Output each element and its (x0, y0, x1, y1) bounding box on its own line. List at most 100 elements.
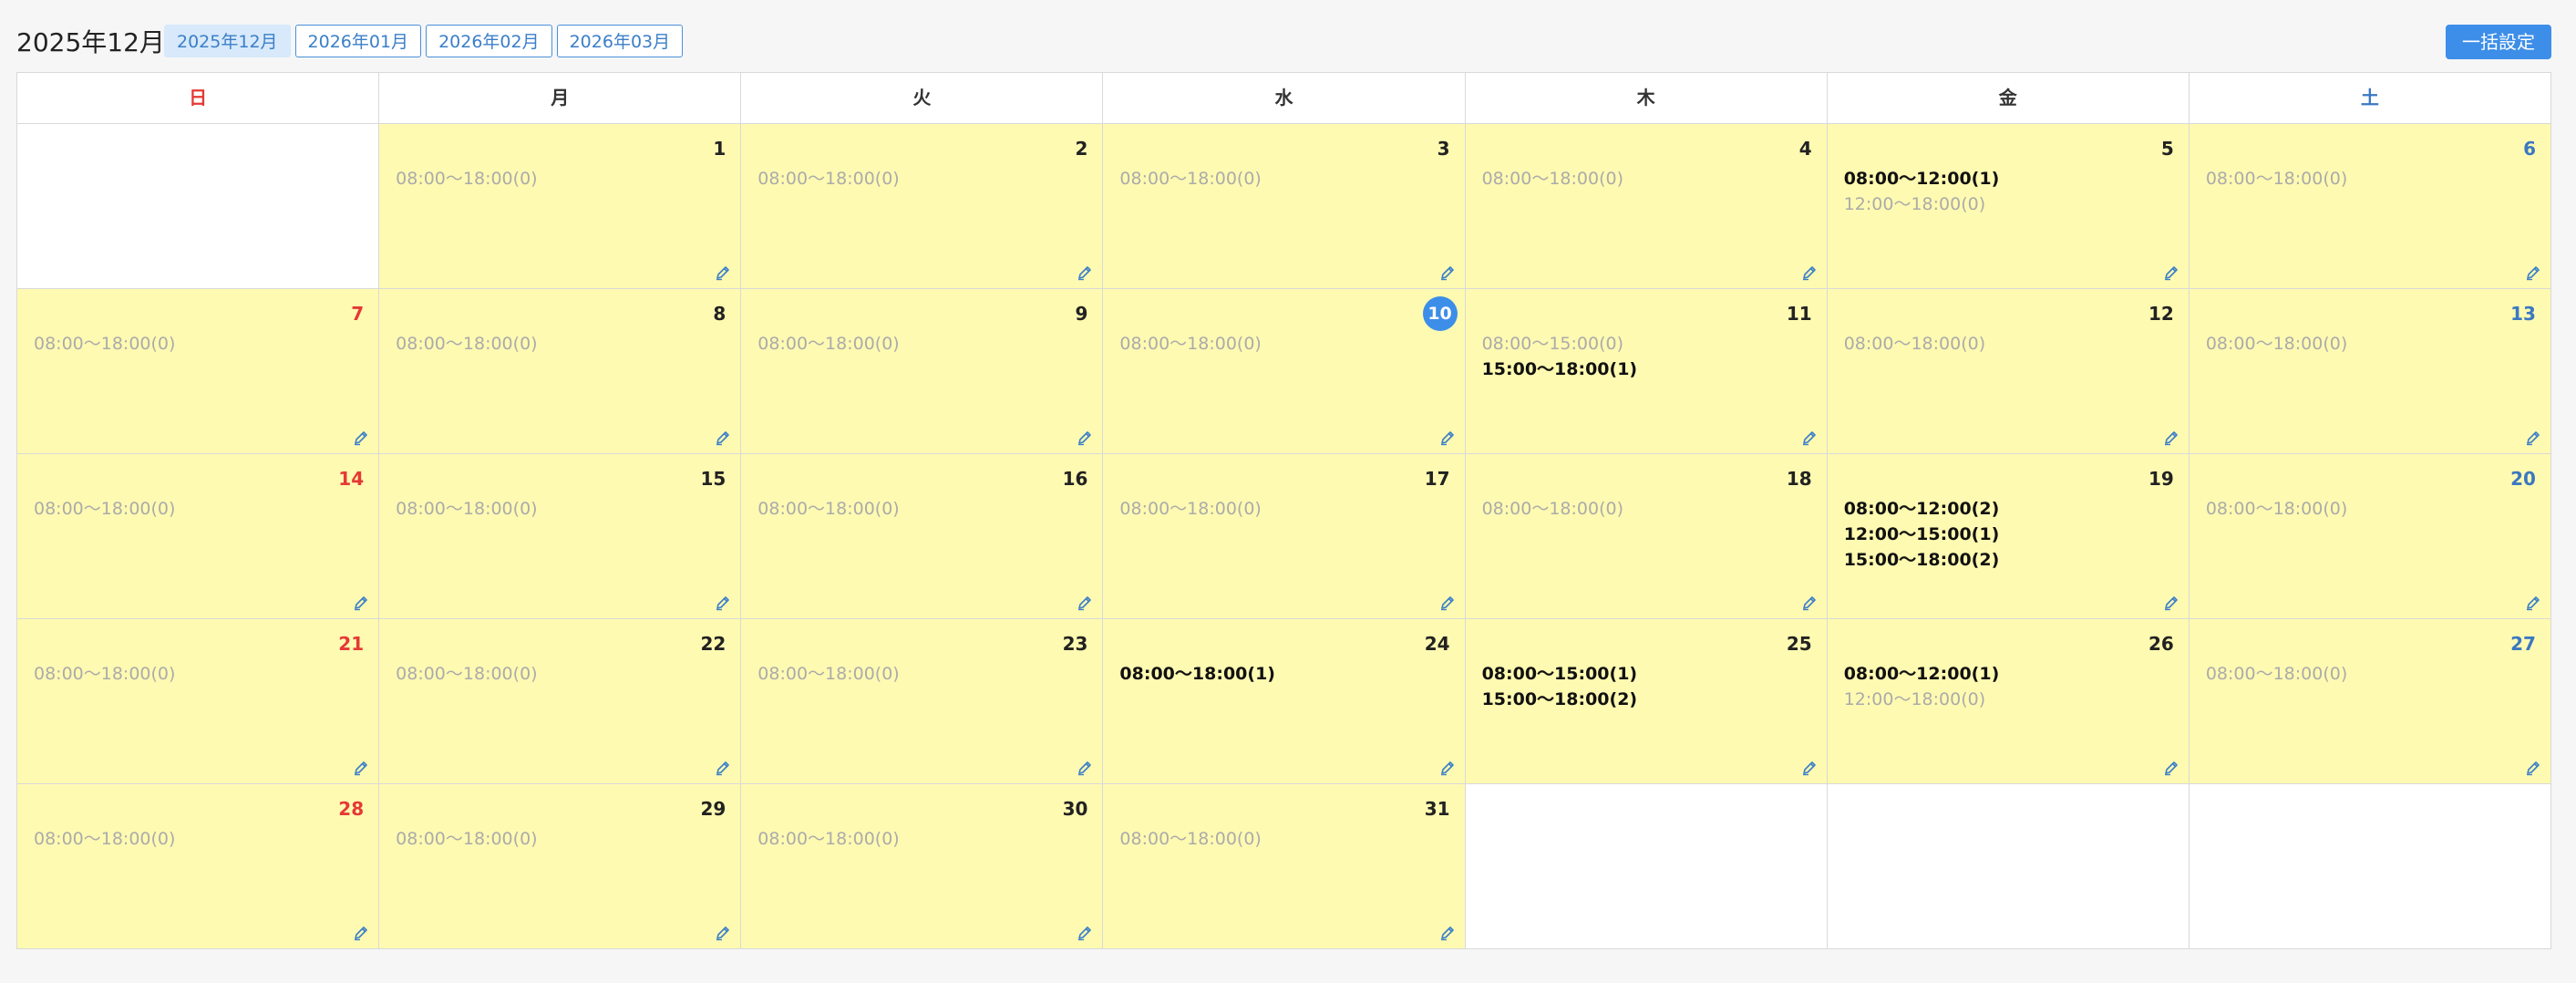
day-cell[interactable]: 3 08:00〜18:00(0) (1103, 124, 1466, 289)
time-slot: 08:00〜18:00(0) (396, 334, 538, 354)
pencil-icon[interactable] (1439, 760, 1456, 776)
pencil-icon[interactable] (1801, 760, 1818, 776)
pencil-icon[interactable] (1439, 595, 1456, 611)
pencil-icon[interactable] (2163, 264, 2179, 281)
day-cell[interactable]: 24 08:00〜18:00(1) (1103, 619, 1466, 784)
month-tabs: 2025年12月 2026年01月 2026年02月 2026年03月 (164, 25, 684, 57)
pencil-icon[interactable] (353, 925, 369, 941)
time-slot: 08:00〜18:00(0) (757, 334, 900, 354)
day-cell[interactable]: 2 08:00〜18:00(0) (741, 124, 1104, 289)
day-number: 25 (1786, 633, 1812, 655)
day-number: 23 (1062, 633, 1088, 655)
pencil-icon[interactable] (1077, 595, 1093, 611)
day-cell[interactable]: 31 08:00〜18:00(0) (1103, 784, 1466, 949)
pencil-icon[interactable] (2163, 429, 2179, 446)
pencil-icon[interactable] (1801, 595, 1818, 611)
pencil-icon[interactable] (2525, 760, 2541, 776)
time-slot: 12:00〜15:00(1) (1843, 524, 2000, 544)
empty-day-cell (1827, 784, 2190, 949)
pencil-icon[interactable] (2525, 264, 2541, 281)
day-cell[interactable]: 29 08:00〜18:00(0) (379, 784, 742, 949)
time-slot: 08:00〜18:00(0) (1119, 334, 1262, 354)
day-number: 21 (338, 633, 365, 655)
time-slot: 08:00〜18:00(0) (1119, 829, 1262, 849)
pencil-icon[interactable] (353, 595, 369, 611)
time-slot-list: 08:00〜18:00(0) (1119, 826, 1261, 852)
day-cell[interactable]: 19 08:00〜12:00(2) 12:00〜15:00(1) 15:00〜18:0… (1827, 454, 2190, 619)
time-slot-list: 08:00〜18:00(0) (2206, 661, 2347, 687)
today-day-number: 10 (1422, 296, 1458, 331)
day-cell[interactable]: 21 08:00〜18:00(0) (17, 619, 380, 784)
day-cell[interactable]: 22 08:00〜18:00(0) (379, 619, 742, 784)
day-cell[interactable]: 17 08:00〜18:00(0) (1103, 454, 1466, 619)
day-cell[interactable]: 14 08:00〜18:00(0) (17, 454, 380, 619)
pencil-icon[interactable] (2525, 595, 2541, 611)
time-slot: 08:00〜18:00(0) (34, 499, 176, 519)
time-slot-list: 08:00〜18:00(0) (757, 166, 899, 191)
day-cell[interactable]: 25 08:00〜15:00(1) 15:00〜18:00(2) (1465, 619, 1828, 784)
day-number: 4 (1798, 138, 1812, 160)
time-slot-list: 08:00〜18:00(0) (396, 331, 537, 357)
month-tab[interactable]: 2026年01月 (294, 25, 422, 57)
day-cell[interactable]: 11 08:00〜15:00(0) 15:00〜18:00(1) (1465, 289, 1828, 454)
time-slot: 08:00〜18:00(0) (1481, 499, 1623, 519)
pencil-icon[interactable] (2163, 760, 2179, 776)
pencil-icon[interactable] (715, 264, 731, 281)
pencil-icon[interactable] (353, 429, 369, 446)
pencil-icon[interactable] (1077, 264, 1093, 281)
time-slot-list: 08:00〜18:00(0) (396, 496, 537, 522)
day-cell[interactable]: 28 08:00〜18:00(0) (17, 784, 380, 949)
pencil-icon[interactable] (2163, 595, 2179, 611)
weekday-header-fri: 金 (1827, 73, 2190, 124)
pencil-icon[interactable] (715, 925, 731, 941)
day-cell[interactable]: 26 08:00〜12:00(1) 12:00〜18:00(0) (1827, 619, 2190, 784)
pencil-icon[interactable] (715, 595, 731, 611)
time-slot-list: 08:00〜18:00(0) (1844, 331, 1985, 357)
day-cell[interactable]: 23 08:00〜18:00(0) (741, 619, 1104, 784)
empty-day-cell (2189, 784, 2551, 949)
day-cell[interactable]: 4 08:00〜18:00(0) (1465, 124, 1828, 289)
month-tab[interactable]: 2026年03月 (556, 25, 684, 57)
day-cell[interactable]: 13 08:00〜18:00(0) (2189, 289, 2551, 454)
pencil-icon[interactable] (1077, 760, 1093, 776)
day-cell[interactable]: 18 08:00〜18:00(0) (1465, 454, 1828, 619)
day-cell[interactable]: 30 08:00〜18:00(0) (741, 784, 1104, 949)
time-slot-list: 08:00〜12:00(2) 12:00〜15:00(1) 15:00〜18:00(… (1844, 496, 2000, 573)
day-cell[interactable]: 7 08:00〜18:00(0) (17, 289, 380, 454)
time-slot-list: 08:00〜18:00(0) (396, 826, 537, 852)
pencil-icon[interactable] (715, 760, 731, 776)
day-cell[interactable]: 12 08:00〜18:00(0) (1827, 289, 2190, 454)
pencil-icon[interactable] (1801, 429, 1818, 446)
day-cell[interactable]: 10 08:00〜18:00(0) (1103, 289, 1466, 454)
pencil-icon[interactable] (1077, 925, 1093, 941)
time-slot-list: 08:00〜18:00(0) (757, 661, 899, 687)
day-cell[interactable]: 5 08:00〜12:00(1) 12:00〜18:00(0) (1827, 124, 2190, 289)
pencil-icon[interactable] (2525, 429, 2541, 446)
pencil-icon[interactable] (1439, 925, 1456, 941)
day-cell[interactable]: 15 08:00〜18:00(0) (379, 454, 742, 619)
day-cell[interactable]: 6 08:00〜18:00(0) (2189, 124, 2551, 289)
pencil-icon[interactable] (715, 429, 731, 446)
time-slot-list: 08:00〜18:00(0) (34, 826, 175, 852)
day-cell[interactable]: 9 08:00〜18:00(0) (741, 289, 1104, 454)
bulk-settings-button[interactable]: 一括設定 (2446, 25, 2551, 59)
time-slot-list: 08:00〜18:00(0) (34, 661, 175, 687)
time-slot-list: 08:00〜18:00(0) (2206, 166, 2347, 191)
pencil-icon[interactable] (1077, 429, 1093, 446)
month-tab[interactable]: 2026年02月 (426, 25, 552, 57)
calendar-weeks: 1 08:00〜18:00(0) 2 08:00〜18:00(0) 3 08:00〜18:… (17, 124, 2551, 949)
day-cell[interactable]: 27 08:00〜18:00(0) (2189, 619, 2551, 784)
day-cell[interactable]: 8 08:00〜18:00(0) (379, 289, 742, 454)
day-cell[interactable]: 20 08:00〜18:00(0) (2189, 454, 2551, 619)
day-cell[interactable]: 16 08:00〜18:00(0) (741, 454, 1104, 619)
time-slot: 08:00〜18:00(0) (2205, 169, 2348, 189)
day-number: 27 (2510, 633, 2536, 655)
pencil-icon[interactable] (1801, 264, 1818, 281)
month-tab[interactable]: 2025年12月 (164, 25, 291, 57)
day-cell[interactable]: 1 08:00〜18:00(0) (379, 124, 742, 289)
pencil-icon[interactable] (353, 760, 369, 776)
pencil-icon[interactable] (1439, 264, 1456, 281)
time-slot: 12:00〜18:00(0) (1843, 194, 1986, 214)
day-number: 3 (1437, 138, 1450, 160)
pencil-icon[interactable] (1439, 429, 1456, 446)
